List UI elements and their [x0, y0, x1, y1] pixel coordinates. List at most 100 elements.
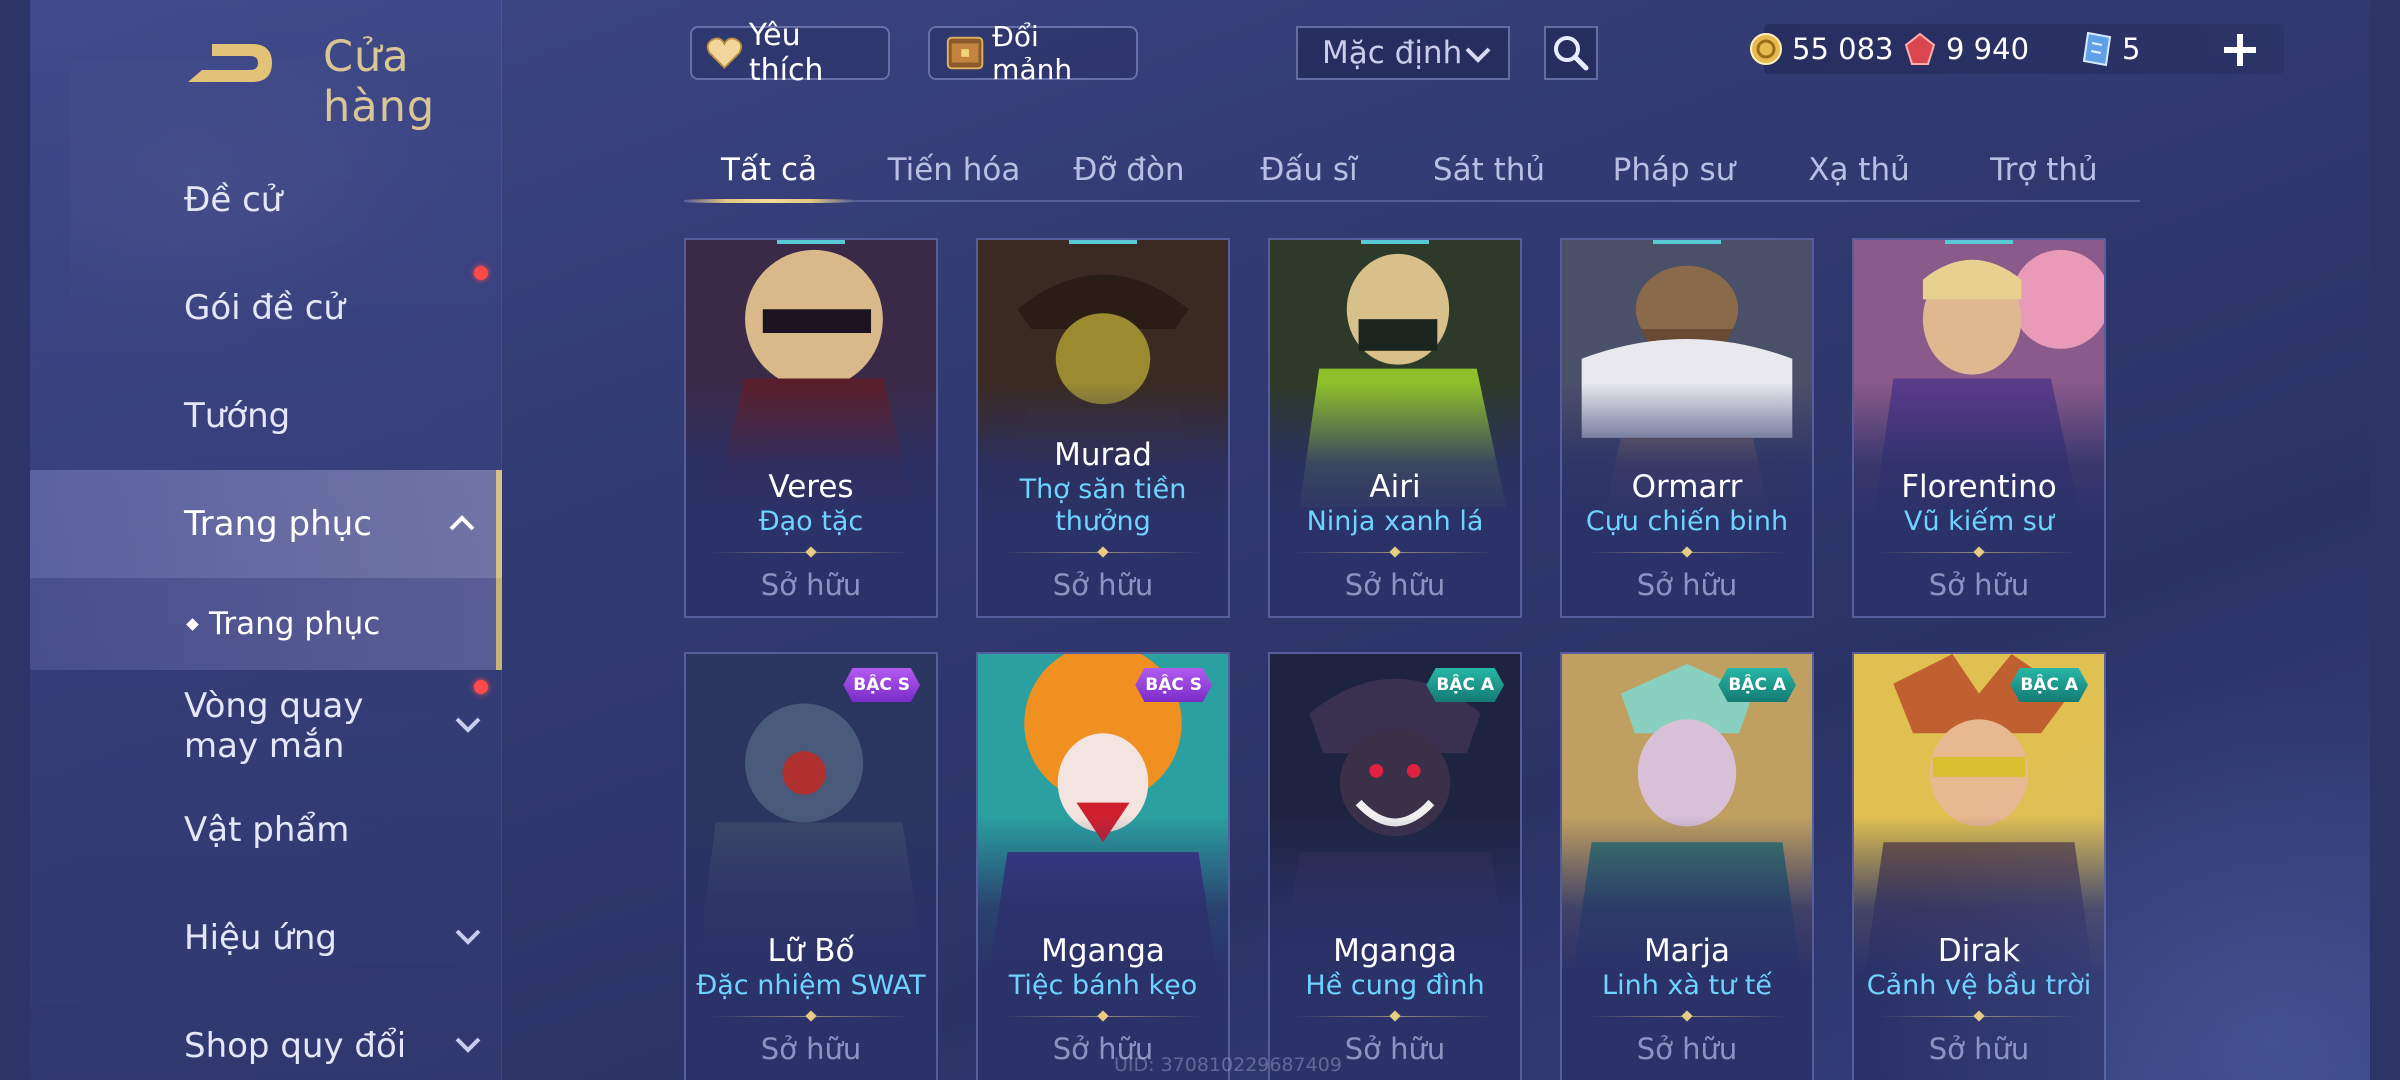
divider: [1295, 1012, 1495, 1022]
skin-card[interactable]: BẬC S Lữ Bố Đặc nhiệm SWAT Sở hữu: [684, 652, 938, 1080]
owned-status: Sở hữu: [1636, 1032, 1738, 1066]
ticket-card-icon: [2082, 31, 2112, 67]
divider: [1587, 1012, 1787, 1022]
skin-portrait: [1854, 654, 2104, 1080]
page-title: Cửa hàng: [323, 32, 436, 132]
owned-status: Sở hữu: [1928, 568, 2030, 602]
skin-grid: Veres Đạo tặc Sở hữu Murad Thợ săn tiền …: [684, 238, 2140, 1080]
heart-icon: [706, 37, 743, 70]
sidebar-item-label: Trang phục: [184, 504, 372, 544]
tab-evolution[interactable]: Tiến hóa: [864, 140, 1044, 200]
shard-chest-icon: [946, 36, 984, 70]
category-tabs: Tất cả Tiến hóa Đỡ đòn Đấu sĩ Sát thủ Ph…: [684, 140, 2140, 203]
skin-card[interactable]: Florentino Vũ kiếm sư Sở hữu: [1852, 238, 2106, 618]
tab-warrior[interactable]: Đấu sĩ: [1224, 140, 1394, 200]
skin-card[interactable]: Airi Ninja xanh lá Sở hữu: [1268, 238, 1522, 618]
divider: [1295, 548, 1495, 558]
skin-card[interactable]: BẬC A Marja Linh xà tư tế Sở hữu: [1560, 652, 1814, 1080]
tab-tank[interactable]: Đỡ đòn: [1044, 140, 1214, 200]
divider: [1587, 548, 1787, 558]
back-button[interactable]: [182, 36, 278, 90]
sidebar-item-heroes[interactable]: Tướng: [30, 366, 502, 466]
divider: [1879, 548, 2079, 558]
sort-dropdown[interactable]: Mặc định: [1296, 26, 1510, 80]
favorite-button[interactable]: Yêu thích: [690, 18, 890, 88]
gold-currency: 55 083: [1748, 26, 1893, 72]
sidebar-item-items[interactable]: Vật phẩm: [30, 780, 502, 880]
tab-label: Pháp sư: [1612, 152, 1736, 188]
search-button[interactable]: [1544, 26, 1598, 80]
skin-name: Hề cung đình: [1305, 970, 1485, 1001]
sidebar-subitem-label: Trang phục: [209, 606, 381, 642]
sidebar-item-label: Vòng quay may mắn: [184, 686, 364, 766]
skin-card[interactable]: Veres Đạo tặc Sở hữu: [684, 238, 938, 618]
shop-screen: Cửa hàng Đề cử Gói đề cử Tướng Trang phụ…: [30, 0, 2370, 1080]
card-accent: [1653, 240, 1721, 244]
card-accent: [777, 240, 845, 244]
tab-label: Xạ thủ: [1808, 152, 1910, 188]
tab-support[interactable]: Trợ thủ: [1954, 140, 2134, 200]
card-info: Dirak Cảnh vệ bầu trời Sở hữu: [1854, 932, 2104, 1080]
search-icon: [1554, 36, 1589, 71]
skin-name: Linh xà tư tế: [1602, 970, 1772, 1001]
sidebar-item-label: Tướng: [184, 396, 291, 436]
tier-badge: BẬC A: [1718, 668, 1796, 702]
ticket-currency: 5: [2080, 26, 2140, 72]
card-info: Veres Đạo tặc Sở hữu: [686, 468, 936, 616]
sidebar-item-recommended-bundles[interactable]: Gói đề cử: [30, 258, 502, 358]
favorite-label: Yêu thích: [748, 18, 824, 88]
hero-name: Mganga: [1041, 933, 1165, 969]
shard-exchange-button[interactable]: Đổi mảnh: [928, 20, 1138, 86]
ruby-currency: 9 940: [1902, 26, 2029, 72]
skin-name: Ninja xanh lá: [1306, 506, 1484, 537]
card-info: Florentino Vũ kiếm sư Sở hữu: [1854, 468, 2104, 616]
skin-card[interactable]: BẬC A Dirak Cảnh vệ bầu trời Sở hữu: [1852, 652, 2106, 1080]
skin-name: Tiệc bánh kẹo: [1008, 970, 1198, 1001]
card-info: Lữ Bố Đặc nhiệm SWAT Sở hữu: [686, 932, 936, 1080]
sidebar-item-exchange-shop[interactable]: Shop quy đổi: [30, 996, 502, 1080]
card-fade: [1854, 815, 2104, 1080]
tab-assassin[interactable]: Sát thủ: [1404, 140, 1574, 200]
shard-exchange-label: Đổi mảnh: [992, 20, 1073, 86]
hero-name: Marja: [1643, 933, 1731, 969]
hero-name: Lữ Bố: [767, 933, 855, 969]
skin-card[interactable]: Murad Thợ săn tiền thưởng Sở hữu: [976, 238, 1230, 618]
hero-name: Murad: [1054, 437, 1152, 473]
add-currency-button[interactable]: [2220, 30, 2260, 70]
tab-all[interactable]: Tất cả: [684, 140, 854, 203]
skin-card[interactable]: BẬC S Mganga Tiệc bánh kẹo Sở hữu: [976, 652, 1230, 1080]
skin-name: Cảnh vệ bầu trời: [1866, 970, 2092, 1001]
plus-icon: [2224, 34, 2256, 66]
hero-name: Dirak: [1937, 933, 2021, 969]
chevron-down-icon: [455, 929, 481, 945]
owned-status: Sở hữu: [1344, 568, 1446, 602]
bullet-icon: [186, 617, 199, 631]
tier-badge: BẬC S: [1135, 668, 1212, 702]
owned-status: Sở hữu: [1636, 568, 1738, 602]
card-info: Marja Linh xà tư tế Sở hữu: [1562, 932, 1812, 1080]
divider: [711, 548, 911, 558]
tab-marksman[interactable]: Xạ thủ: [1774, 140, 1944, 200]
card-accent: [1361, 240, 1429, 244]
sidebar-item-recommended[interactable]: Đề cử: [30, 150, 502, 250]
sidebar-item-effects[interactable]: Hiệu ứng: [30, 888, 502, 988]
chevron-down-icon: [455, 1037, 481, 1053]
tab-mage[interactable]: Pháp sư: [1584, 140, 1764, 200]
hero-name: Ormarr: [1631, 469, 1743, 505]
skin-name: Thợ săn tiền thưởng: [1019, 474, 1187, 537]
tab-label: Sát thủ: [1432, 152, 1546, 188]
card-accent: [1069, 240, 1137, 244]
tier-badge: BẬC A: [1426, 668, 1504, 702]
owned-status: Sở hữu: [1928, 1032, 2030, 1066]
skin-card[interactable]: Ormarr Cựu chiến binh Sở hữu: [1560, 238, 1814, 618]
tier-badge: BẬC S: [843, 668, 920, 702]
ticket-amount: 5: [2122, 32, 2141, 66]
skin-card[interactable]: BẬC A Mganga Hề cung đình Sở hữu: [1268, 652, 1522, 1080]
chevron-down-icon: [455, 717, 481, 733]
chevron-up-icon: [449, 515, 475, 531]
tab-label: Tiến hóa: [887, 152, 1021, 188]
sidebar-item-skins[interactable]: Trang phục: [30, 470, 502, 578]
sidebar-subitem-skins[interactable]: Trang phục: [30, 578, 502, 670]
hero-name: Florentino: [1901, 469, 2057, 505]
sidebar-item-lucky-wheel[interactable]: Vòng quay may mắn: [30, 676, 502, 776]
